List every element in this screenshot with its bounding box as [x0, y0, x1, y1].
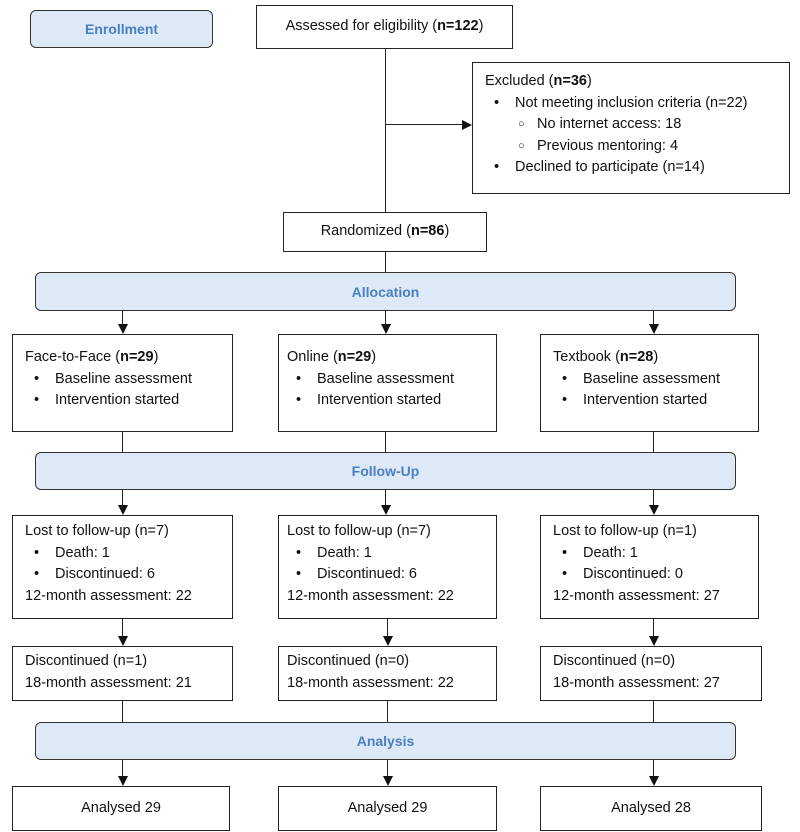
arrow-down-icon	[648, 324, 659, 334]
excluded-subitem: No internet access: 18	[485, 114, 789, 136]
connector-line	[653, 619, 655, 636]
analysed-box: Analysed 28	[540, 786, 762, 831]
arrow-right-icon	[462, 119, 472, 130]
analysed-box: Analysed 29	[278, 786, 497, 831]
randomized-box: Randomized (n=86)	[283, 212, 487, 252]
allocation-item: Intervention started	[287, 390, 496, 412]
lost-item: Discontinued: 6	[287, 564, 496, 586]
follow-up-box: Lost to follow-up (n=7) Death: 1 Discont…	[12, 515, 233, 619]
connector-line	[385, 252, 387, 272]
connector-line	[122, 619, 124, 636]
excluded-list: Not meeting inclusion criteria (n=22) No…	[485, 93, 789, 179]
analysis-stage-label: Analysis	[35, 722, 736, 760]
analysed-text: Analysed 28	[611, 799, 691, 816]
connector-line	[385, 49, 387, 212]
excluded-item: Not meeting inclusion criteria (n=22)	[485, 93, 789, 115]
arrow-down-icon	[382, 636, 393, 646]
assessment-12-month: 12-month assessment: 27	[553, 587, 720, 604]
assessed-text: Assessed for eligibility (n=122)	[285, 18, 484, 35]
lost-to-follow-up: Lost to follow-up (n=7)	[287, 523, 431, 539]
group-title: Online (n=29)	[287, 349, 377, 365]
allocation-item: Baseline assessment	[25, 369, 232, 391]
connector-line	[653, 490, 655, 505]
discontinued-box: Discontinued (n=0) 18-month assessment: …	[540, 646, 762, 701]
arrow-down-icon	[380, 324, 391, 334]
lost-item: Discontinued: 6	[25, 564, 232, 586]
enrollment-stage-label: Enrollment	[30, 10, 213, 48]
allocation-stage-label: Allocation	[35, 272, 736, 311]
connector-line	[653, 432, 655, 452]
connector-line	[653, 760, 655, 776]
assessed-box: Assessed for eligibility (n=122)	[256, 5, 513, 49]
group-title: Face-to-Face (n=29)	[25, 349, 159, 365]
arrow-down-icon	[382, 776, 393, 786]
connector-line	[653, 311, 655, 325]
assessment-12-month: 12-month assessment: 22	[287, 587, 454, 604]
connector-line	[122, 311, 124, 325]
analysed-text: Analysed 29	[81, 799, 161, 816]
follow-up-box: Lost to follow-up (n=7) Death: 1 Discont…	[278, 515, 497, 619]
lost-to-follow-up: Lost to follow-up (n=1)	[553, 523, 697, 539]
connector-line	[387, 619, 389, 636]
excluded-title: Excluded (n=36)	[485, 73, 592, 89]
connector-line	[385, 311, 387, 325]
allocation-item: Intervention started	[25, 390, 232, 412]
connector-line	[122, 490, 124, 505]
excluded-box: Excluded (n=36) Not meeting inclusion cr…	[472, 62, 790, 194]
lost-item: Death: 1	[25, 543, 232, 565]
arrow-down-icon	[117, 776, 128, 786]
follow-up-box: Lost to follow-up (n=1) Death: 1 Discont…	[540, 515, 759, 619]
connector-line	[385, 432, 387, 452]
analysed-box: Analysed 29	[12, 786, 230, 831]
arrow-down-icon	[117, 505, 128, 515]
lost-item: Death: 1	[287, 543, 496, 565]
follow-up-stage-label: Follow-Up	[35, 452, 736, 490]
randomized-text: Randomized (n=86)	[320, 223, 450, 240]
excluded-item: Declined to participate (n=14)	[485, 157, 789, 179]
allocation-item: Baseline assessment	[287, 369, 496, 391]
connector-line	[387, 701, 389, 722]
discontinued-text: Discontinued (n=0)	[287, 653, 410, 669]
excluded-subitem: Previous mentoring: 4	[485, 136, 789, 158]
discontinued-box: Discontinued (n=0) 18-month assessment: …	[278, 646, 497, 701]
allocation-item: Intervention started	[553, 390, 758, 412]
arrow-down-icon	[117, 324, 128, 334]
connector-line	[385, 490, 387, 505]
arrow-down-icon	[648, 776, 659, 786]
arrow-down-icon	[648, 505, 659, 515]
connector-line	[122, 432, 124, 452]
connector-line	[122, 701, 124, 722]
connector-line	[387, 760, 389, 776]
lost-item: Death: 1	[553, 543, 758, 565]
assessment-18-month: 18-month assessment: 21	[25, 674, 192, 691]
assessment-18-month: 18-month assessment: 27	[553, 674, 720, 691]
allocation-box: Textbook (n=28) Baseline assessment Inte…	[540, 334, 759, 432]
arrow-down-icon	[380, 505, 391, 515]
allocation-box: Online (n=29) Baseline assessment Interv…	[278, 334, 497, 432]
arrow-down-icon	[117, 636, 128, 646]
analysed-text: Analysed 29	[347, 799, 428, 816]
connector-line	[653, 701, 655, 722]
assessment-18-month: 18-month assessment: 22	[287, 674, 454, 691]
connector-line	[122, 760, 124, 776]
lost-item: Discontinued: 0	[553, 564, 758, 586]
discontinued-text: Discontinued (n=0)	[553, 653, 676, 669]
discontinued-box: Discontinued (n=1) 18-month assessment: …	[12, 646, 233, 701]
assessment-12-month: 12-month assessment: 22	[25, 587, 192, 604]
allocation-box: Face-to-Face (n=29) Baseline assessment …	[12, 334, 233, 432]
arrow-down-icon	[648, 636, 659, 646]
group-title: Textbook (n=28)	[553, 349, 659, 365]
connector-line	[385, 124, 463, 126]
lost-to-follow-up: Lost to follow-up (n=7)	[25, 523, 169, 539]
allocation-item: Baseline assessment	[553, 369, 758, 391]
discontinued-text: Discontinued (n=1)	[25, 653, 148, 669]
